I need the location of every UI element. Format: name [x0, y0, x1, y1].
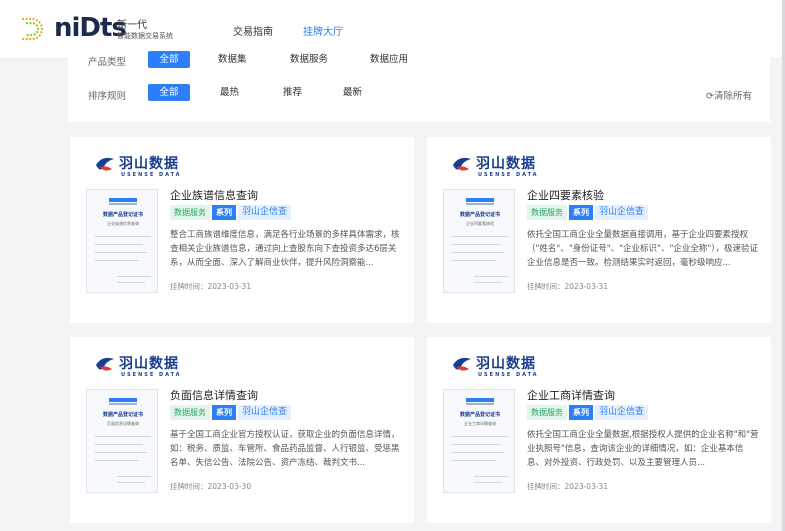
certificate-title: 数据产品登记证书 — [459, 412, 500, 418]
tag-data-service: 数据服务 — [527, 205, 567, 220]
tag-series-name[interactable]: 羽山企信查 — [238, 205, 292, 220]
product-type-data-service[interactable]: 数据服务 — [290, 51, 328, 68]
certificate-title: 数据产品登记证书 — [102, 212, 143, 218]
tag-data-service: 数据服务 — [170, 205, 210, 220]
certificate-subtitle: 企业工商详情查询 — [464, 421, 496, 426]
tag-series-name[interactable]: 羽山企信查 — [595, 205, 649, 220]
tag-series-name[interactable]: 羽山企信查 — [595, 405, 649, 420]
filter-panel: 产品类型 全部 数据集 数据服务 数据应用 排序规则 全部 最热 推荐 最新 ⟳… — [68, 44, 770, 122]
certificate-thumbnail: 数据产品登记证书 企业工商详情查询 — [443, 389, 515, 493]
brand-name-en: USENSE DATA — [478, 372, 539, 378]
product-type-data-app[interactable]: 数据应用 — [370, 51, 408, 68]
brand-logo: 羽山数据 USENSE DATA — [451, 155, 551, 179]
logo-tagline-1: 新一代 — [117, 20, 147, 31]
brand-name-en: USENSE DATA — [121, 372, 182, 378]
sort-recommended[interactable]: 推荐 — [283, 84, 302, 101]
product-type-all[interactable]: 全部 — [148, 51, 190, 68]
listing-time: 挂牌时间：2023-03-31 — [527, 282, 609, 291]
card-title[interactable]: 企业工商详情查询 — [527, 387, 615, 403]
tag-series: 系列 — [212, 405, 236, 420]
tag-series: 系列 — [569, 405, 593, 420]
nav-trading-guide[interactable]: 交易指南 — [233, 23, 273, 38]
card-description: 基于全国工商企业官方授权认证，获取企业的负面信息详情，如：税务、质监、车管所、食… — [170, 430, 400, 468]
card-tags: 数据服务 系列 羽山企信查 — [527, 205, 650, 220]
certificate-thumbnail: 数据产品登记证书 负面信息详情查询 — [86, 389, 158, 493]
brand-name: 羽山数据 — [119, 356, 179, 372]
tag-series: 系列 — [212, 205, 236, 220]
brand-name: 羽山数据 — [119, 156, 179, 172]
sort-all[interactable]: 全部 — [148, 84, 190, 101]
product-type-label: 产品类型 — [88, 57, 127, 68]
card-title[interactable]: 企业四要素核验 — [527, 187, 604, 203]
logo-wordmark[interactable]: niDts — [54, 14, 127, 42]
listing-time: 挂牌时间：2023-03-30 — [170, 482, 252, 491]
certificate-title: 数据产品登记证书 — [102, 412, 143, 418]
brand-name-en: USENSE DATA — [121, 172, 182, 178]
logo-tagline-2: 智能数据交易系统 — [117, 32, 173, 40]
brand-bird-icon — [96, 357, 114, 371]
tag-series: 系列 — [569, 205, 593, 220]
certificate-subtitle: 企业族谱信息查询 — [107, 221, 139, 226]
clear-all-button[interactable]: ⟳清除所有 — [706, 88, 752, 102]
card-tags: 数据服务 系列 羽山企信查 — [170, 405, 293, 420]
product-card[interactable]: 羽山数据 USENSE DATA 数据产品登记证书 企业族谱信息查询 企业族谱信… — [70, 137, 414, 323]
sort-newest[interactable]: 最新 — [343, 84, 362, 101]
product-card[interactable]: 羽山数据 USENSE DATA 数据产品登记证书 企业工商详情查询 企业工商详… — [427, 337, 771, 523]
card-description: 整合工商族谱维度信息，满足各行业场景的多样具体需求，核查相关企业族谱信息，通过向… — [170, 230, 400, 268]
brand-name: 羽山数据 — [476, 156, 536, 172]
tag-data-service: 数据服务 — [527, 405, 567, 420]
tag-series-name[interactable]: 羽山企信查 — [238, 405, 292, 420]
product-card[interactable]: 羽山数据 USENSE DATA 数据产品登记证书 企业四要素核验 企业四要素核… — [427, 137, 771, 323]
certificate-title: 数据产品登记证书 — [459, 212, 500, 218]
brand-name: 羽山数据 — [476, 356, 536, 372]
brand-bird-icon — [96, 157, 114, 171]
product-type-dataset[interactable]: 数据集 — [218, 51, 247, 68]
certificate-thumbnail: 数据产品登记证书 企业四要素核验 — [443, 189, 515, 293]
tag-data-service: 数据服务 — [170, 405, 210, 420]
sort-hottest[interactable]: 最热 — [220, 84, 239, 101]
brand-logo: 羽山数据 USENSE DATA — [94, 155, 194, 179]
sort-label: 排序规则 — [88, 91, 127, 102]
brand-name-en: USENSE DATA — [478, 172, 539, 178]
logo-icon — [22, 18, 43, 40]
brand-bird-icon — [453, 357, 471, 371]
brand-logo: 羽山数据 USENSE DATA — [451, 355, 551, 379]
listing-time: 挂牌时间：2023-03-31 — [527, 482, 609, 491]
card-title[interactable]: 企业族谱信息查询 — [170, 187, 258, 203]
certificate-thumbnail: 数据产品登记证书 企业族谱信息查询 — [86, 189, 158, 293]
card-tags: 数据服务 系列 羽山企信查 — [170, 205, 293, 220]
brand-logo: 羽山数据 USENSE DATA — [94, 355, 194, 379]
product-card[interactable]: 羽山数据 USENSE DATA 数据产品登记证书 负面信息详情查询 负面信息详… — [70, 337, 414, 523]
listing-time: 挂牌时间：2023-03-31 — [170, 282, 252, 291]
certificate-subtitle: 企业四要素核验 — [466, 221, 494, 226]
card-tags: 数据服务 系列 羽山企信查 — [527, 405, 650, 420]
card-description: 依托全国工商企业全量数据直接调用，基于企业四要素授权（"姓名"、"身份证号"、"… — [527, 230, 759, 268]
card-description: 依托全国工商企业全量数据,根据授权人提供的企业名称"和"营业执照号"信息，查询该… — [527, 430, 759, 468]
nav-listing-hall[interactable]: 挂牌大厅 — [303, 23, 343, 38]
certificate-subtitle: 负面信息详情查询 — [107, 421, 139, 426]
brand-bird-icon — [453, 157, 471, 171]
card-title[interactable]: 负面信息详情查询 — [170, 387, 258, 403]
